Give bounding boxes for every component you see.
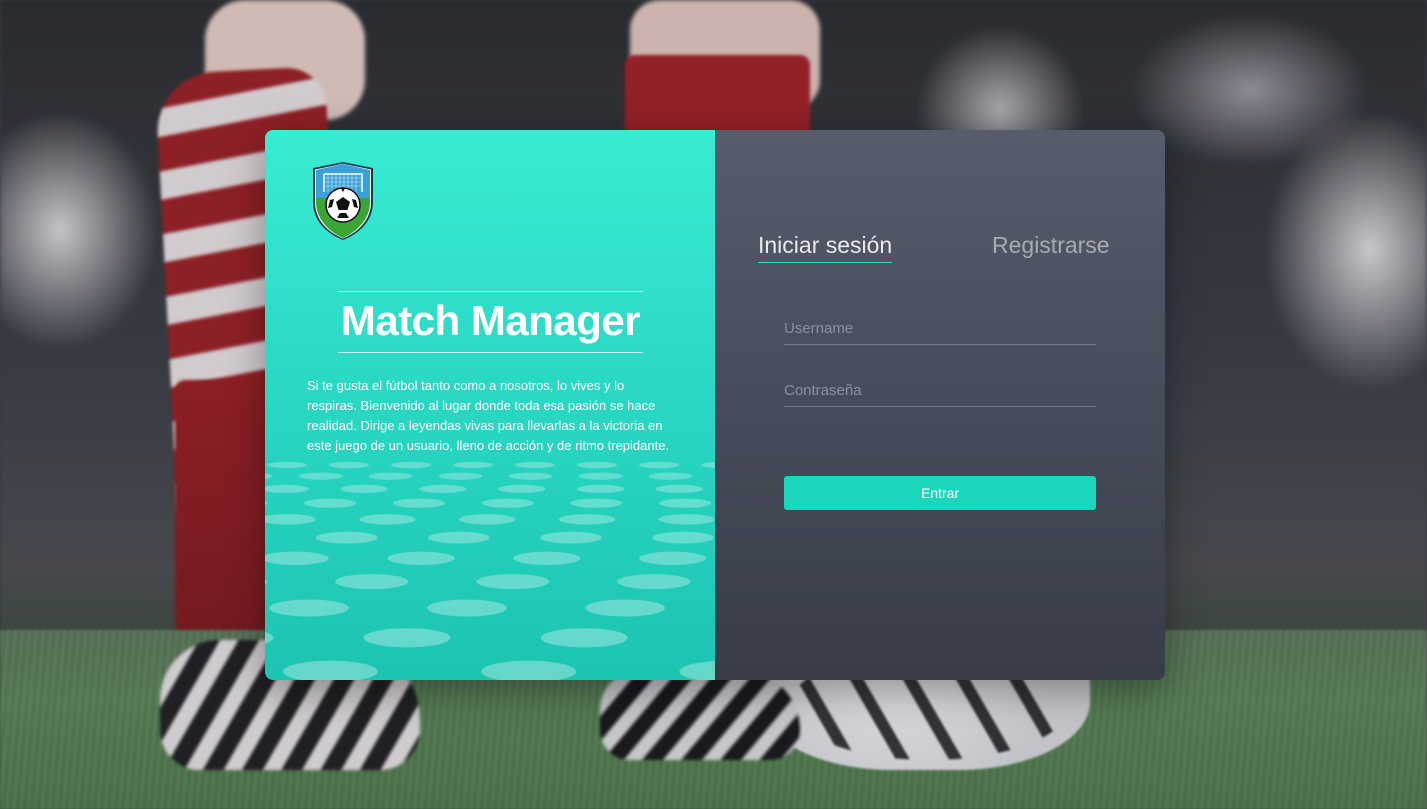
- tab-register[interactable]: Registrarse: [992, 230, 1110, 260]
- app-title: Match Manager: [340, 297, 641, 344]
- tab-login[interactable]: Iniciar sesión: [758, 230, 893, 263]
- login-button[interactable]: Entrar: [784, 476, 1096, 510]
- title-frame: Match Manager: [338, 291, 643, 353]
- password-input[interactable]: [784, 374, 1096, 407]
- app-description: Si te gusta el fútbol tanto como a nosot…: [307, 378, 670, 453]
- login-card: Match Manager Si te gusta el fútbol tant…: [265, 130, 1165, 680]
- auth-panel: Iniciar sesión Registrarse Entrar: [715, 130, 1165, 680]
- soccer-shield-logo-icon: [313, 162, 373, 240]
- username-input[interactable]: [784, 312, 1096, 345]
- brand-panel: Match Manager Si te gusta el fútbol tant…: [265, 130, 715, 680]
